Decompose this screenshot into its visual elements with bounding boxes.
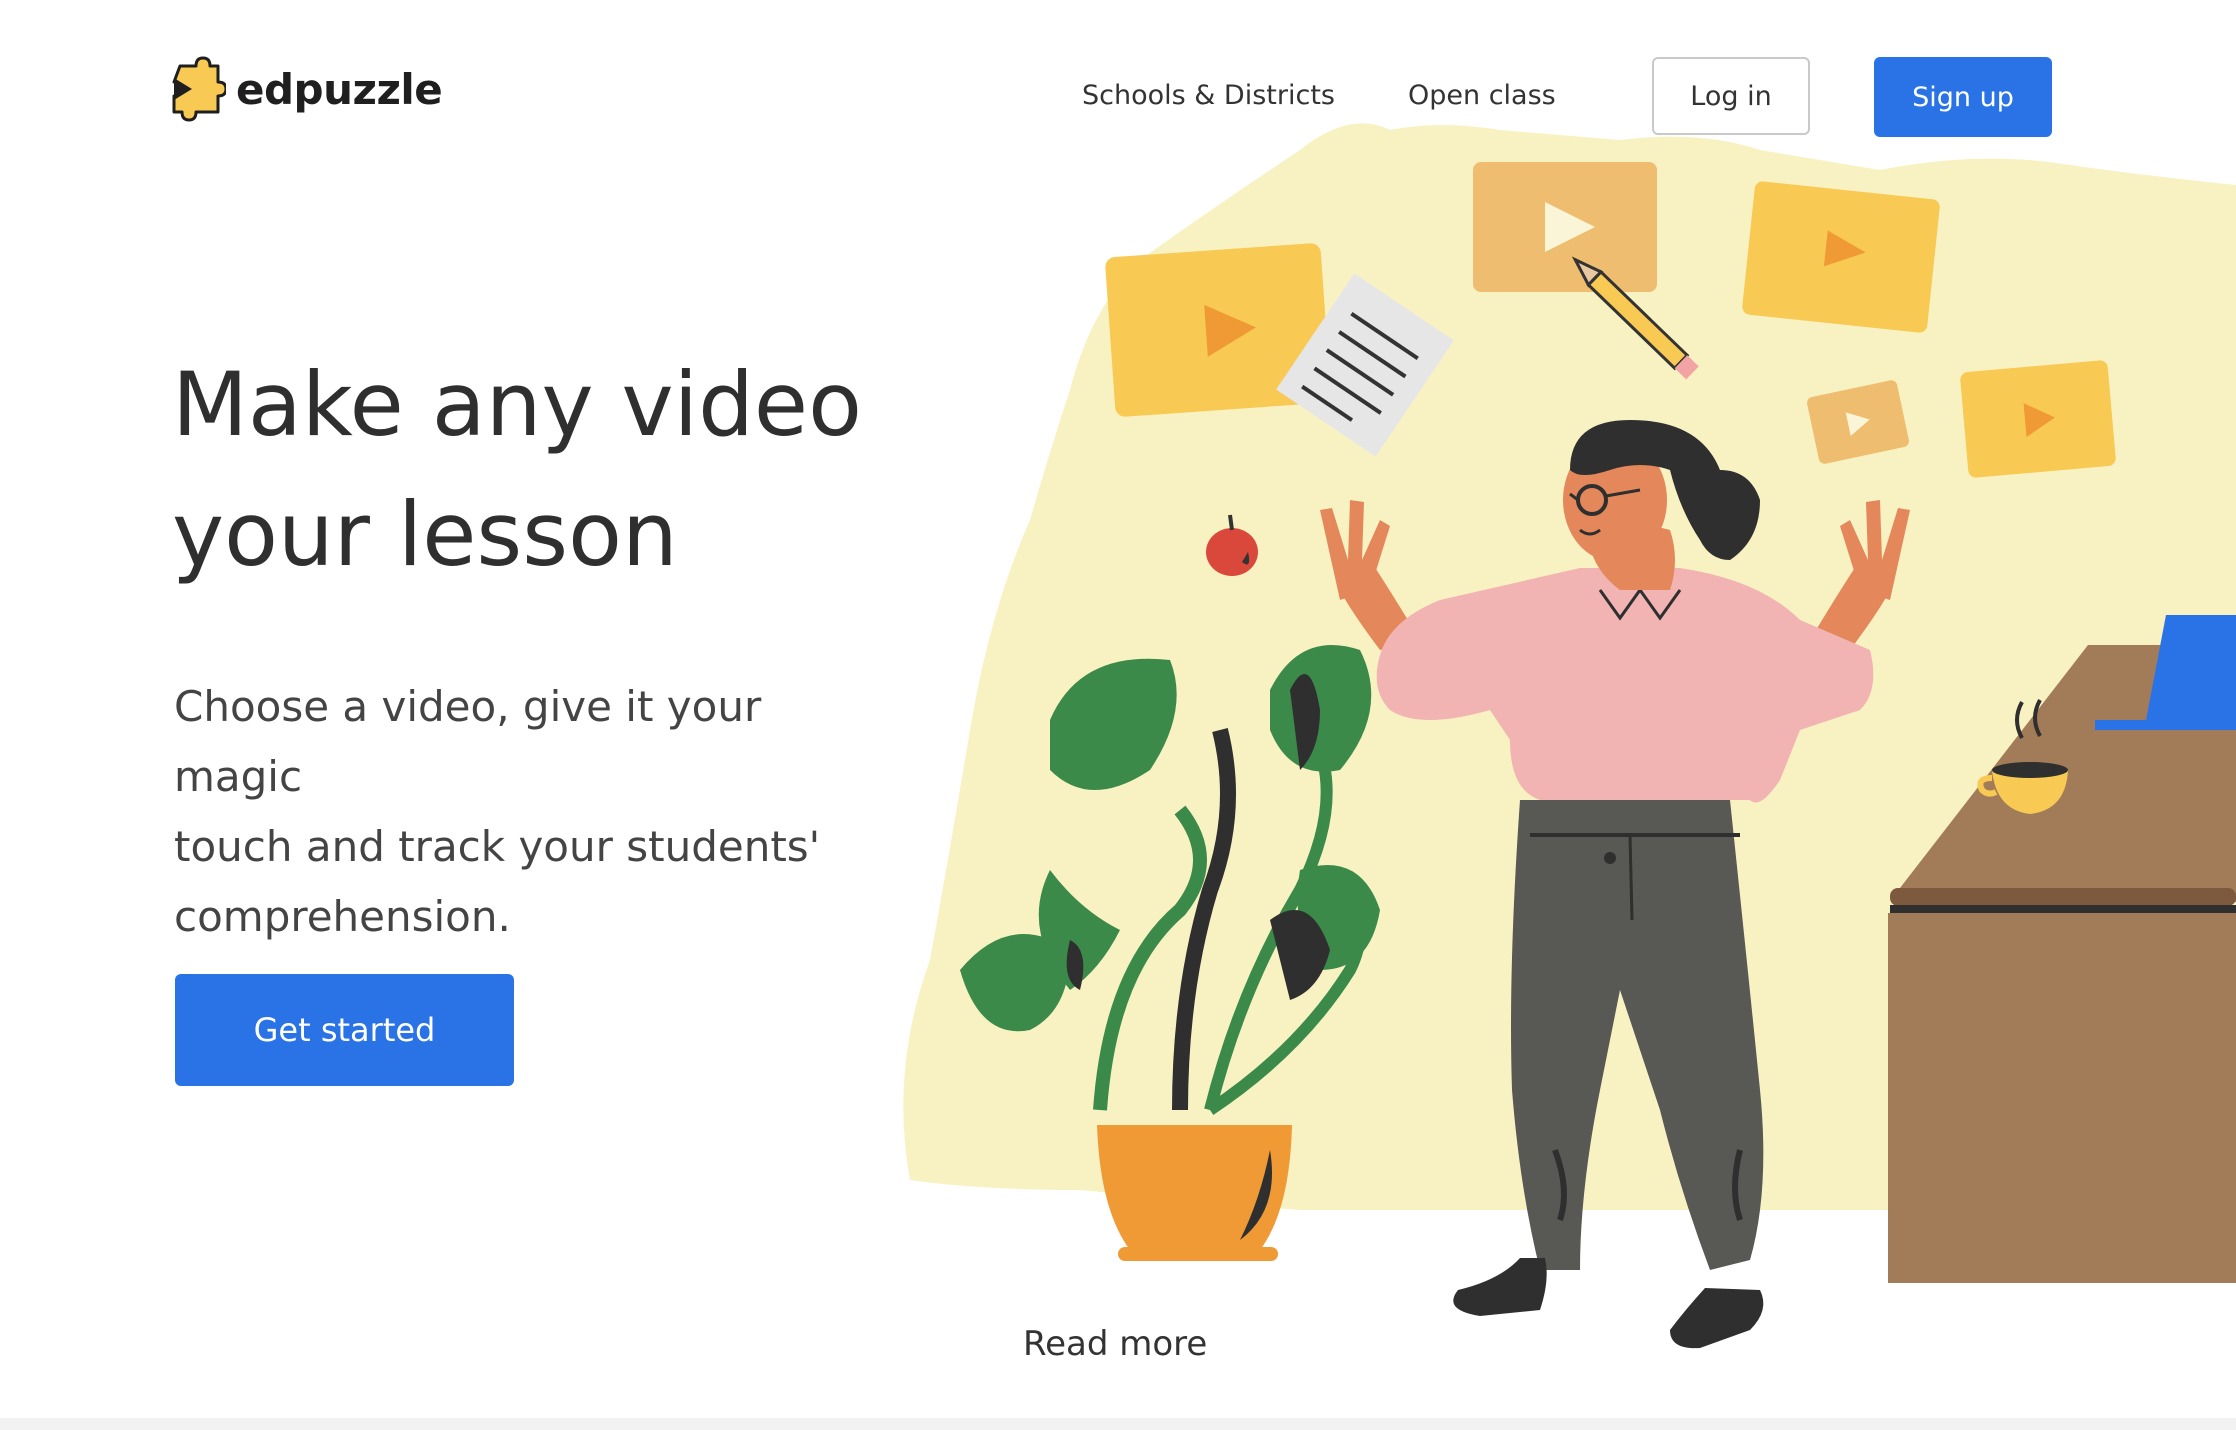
hero-title-line-1: Make any video bbox=[172, 353, 862, 456]
read-more-link[interactable]: Read more bbox=[1023, 1324, 1207, 1364]
teacher-illustration bbox=[903, 123, 2236, 1349]
hero-title-line-2: your lesson bbox=[172, 483, 678, 586]
video-card-far-right bbox=[1960, 360, 2116, 478]
video-card-top bbox=[1473, 162, 1657, 292]
hero-subtitle: Choose a video, give it your magic touch… bbox=[174, 672, 894, 952]
hero-title: Make any video your lesson bbox=[172, 340, 932, 600]
hero-subtitle-line-3: comprehension. bbox=[174, 892, 511, 941]
video-card-right bbox=[1742, 181, 1940, 333]
hero-subtitle-line-2: touch and track your students' bbox=[174, 822, 821, 871]
landing-page: edpuzzle Schools & Districts Open class … bbox=[0, 0, 2236, 1430]
puzzle-logo-icon bbox=[172, 56, 226, 122]
bottom-divider bbox=[0, 1418, 2236, 1430]
logo-text: edpuzzle bbox=[236, 64, 443, 114]
get-started-button[interactable]: Get started bbox=[175, 974, 514, 1086]
hero-subtitle-line-1: Choose a video, give it your magic bbox=[174, 682, 762, 801]
edpuzzle-logo[interactable]: edpuzzle bbox=[170, 56, 443, 122]
